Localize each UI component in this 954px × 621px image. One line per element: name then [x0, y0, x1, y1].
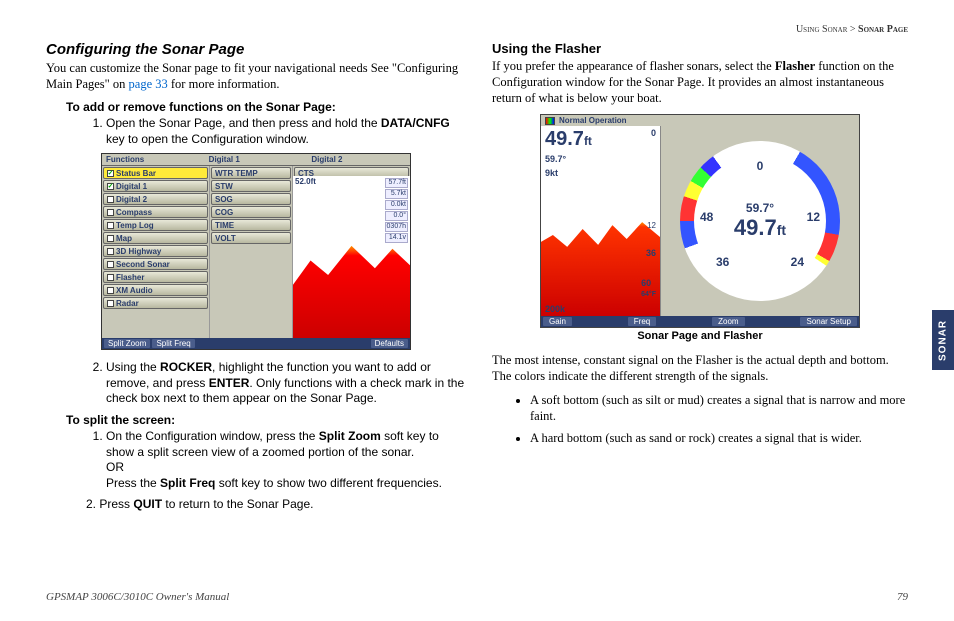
cfg-col-header-d1: Digital 1 [205, 154, 308, 166]
cfg-d1-item: STW [211, 180, 291, 192]
section-title-configuring: Configuring the Sonar Page [46, 41, 466, 58]
softkey-zoom: Zoom [712, 317, 744, 326]
subhead-split: To split the screen: [66, 413, 466, 427]
page-number: 79 [897, 591, 908, 603]
cfg-d1-item: WTR TEMP [211, 167, 291, 179]
subhead-add-remove: To add or remove functions on the Sonar … [66, 100, 466, 114]
cfg-func-item: Digital 2 [103, 193, 208, 205]
breadcrumb: Using Sonar > Sonar Page [46, 24, 908, 35]
cfg-col-header-functions: Functions [102, 154, 205, 166]
cfg-d1-item: SOG [211, 193, 291, 205]
right-column: Using the Flasher If you prefer the appe… [492, 41, 908, 517]
cfg-d1-item: VOLT [211, 232, 291, 244]
split-step-2: 2. Press QUIT to return to the Sonar Pag… [86, 497, 466, 511]
cfg-func-item: Map [103, 232, 208, 244]
cfg-func-item: ✓Status Bar [103, 167, 208, 179]
configuration-window-figure: Functions Digital 1 Digital 2 ✓Status Ba… [101, 153, 411, 350]
flasher-ring-panel: 0 12 24 36 48 59.7° 49.7ft [661, 126, 859, 316]
page-footer: GPSMAP 3006C/3010C Owner's Manual 79 [46, 591, 908, 603]
cfg-col-header-d2: Digital 2 [307, 154, 410, 166]
bullet-soft-bottom: A soft bottom (such as silt or mud) crea… [530, 392, 908, 424]
manual-title: GPSMAP 3006C/3010C Owner's Manual [46, 591, 229, 603]
cfg-func-item: Compass [103, 206, 208, 218]
sonar-strip: 49.7ft 59.7° 9kt 0 12 36 6064°F 200k [541, 126, 661, 316]
bullet-hard-bottom: A hard bottom (such as sand or rock) cre… [530, 430, 908, 446]
cfg-func-item: ✓Digital 1 [103, 180, 208, 192]
intro-para: You can customize the Sonar page to fit … [46, 60, 466, 92]
softkey-freq: Freq [628, 317, 656, 326]
cfg-func-item: 3D Highway [103, 245, 208, 257]
cfg-func-item: XM Audio [103, 284, 208, 296]
left-column: Configuring the Sonar Page You can custo… [46, 41, 466, 517]
cfg-func-item: Flasher [103, 271, 208, 283]
section-tab-sonar: SONAR [932, 310, 954, 370]
cfg-func-item: Temp Log [103, 219, 208, 231]
softkey-defaults: Defaults [371, 339, 408, 348]
page-link[interactable]: page 33 [129, 77, 168, 91]
cfg-softkeys: Split Zoom Split Freq Defaults [102, 338, 410, 349]
flasher-figure: Normal Operation 49.7ft 59.7° 9kt 0 12 3… [540, 114, 860, 328]
split-step-1: On the Configuration window, press the S… [106, 429, 466, 491]
flasher-explain: The most intense, constant signal on the… [492, 352, 908, 384]
cfg-d1-item: COG [211, 206, 291, 218]
flasher-intro: If you prefer the appearance of flasher … [492, 58, 908, 106]
step-1: Open the Sonar Page, and then press and … [106, 116, 466, 147]
figure-caption: Sonar Page and Flasher [492, 330, 908, 342]
subhead-using-flasher: Using the Flasher [492, 41, 908, 56]
cfg-sonar-preview: 52.0ft 57.7ft5.7kt0.0kt0.0°0307h14.1v [293, 176, 410, 338]
cfg-d1-item: TIME [211, 219, 291, 231]
softkey-gain: Gain [543, 317, 572, 326]
softkey-split-freq: Split Freq [152, 339, 194, 348]
satellite-icon [545, 117, 555, 125]
softkey-split-zoom: Split Zoom [104, 339, 150, 348]
cfg-func-item: Radar [103, 297, 208, 309]
softkey-sonar-setup: Sonar Setup [800, 317, 856, 326]
cfg-func-item: Second Sonar [103, 258, 208, 270]
step-2: Using the ROCKER, highlight the function… [106, 360, 466, 407]
